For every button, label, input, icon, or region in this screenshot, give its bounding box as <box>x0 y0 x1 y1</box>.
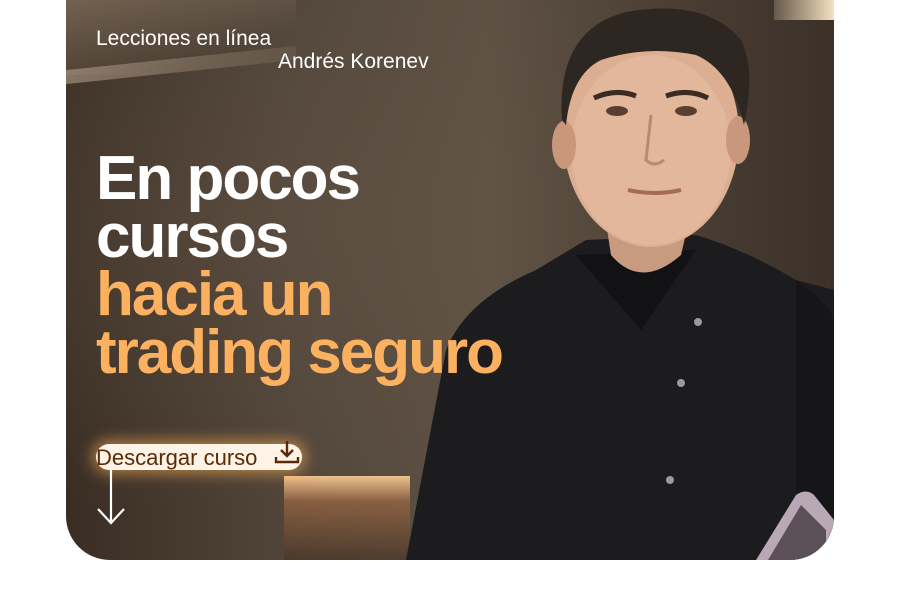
download-course-button[interactable]: Descargar curso <box>96 441 302 470</box>
arrow-down-icon <box>97 470 125 525</box>
headline-line-4: trading seguro <box>96 318 504 387</box>
hero-banner: Lecciones en línea Andrés Korenev En poc… <box>66 0 834 560</box>
headline-line-3: hacia un <box>96 260 334 329</box>
headline-line-2: cursos <box>96 202 289 271</box>
download-icon <box>274 441 300 464</box>
headline: En pocos cursos hacia un trading seguro <box>96 144 504 387</box>
course-type-label: Lecciones en línea <box>96 27 272 50</box>
lamp-glow <box>284 476 410 560</box>
headline-line-1: En pocos <box>96 144 361 213</box>
author-name: Andrés Korenev <box>278 50 429 73</box>
